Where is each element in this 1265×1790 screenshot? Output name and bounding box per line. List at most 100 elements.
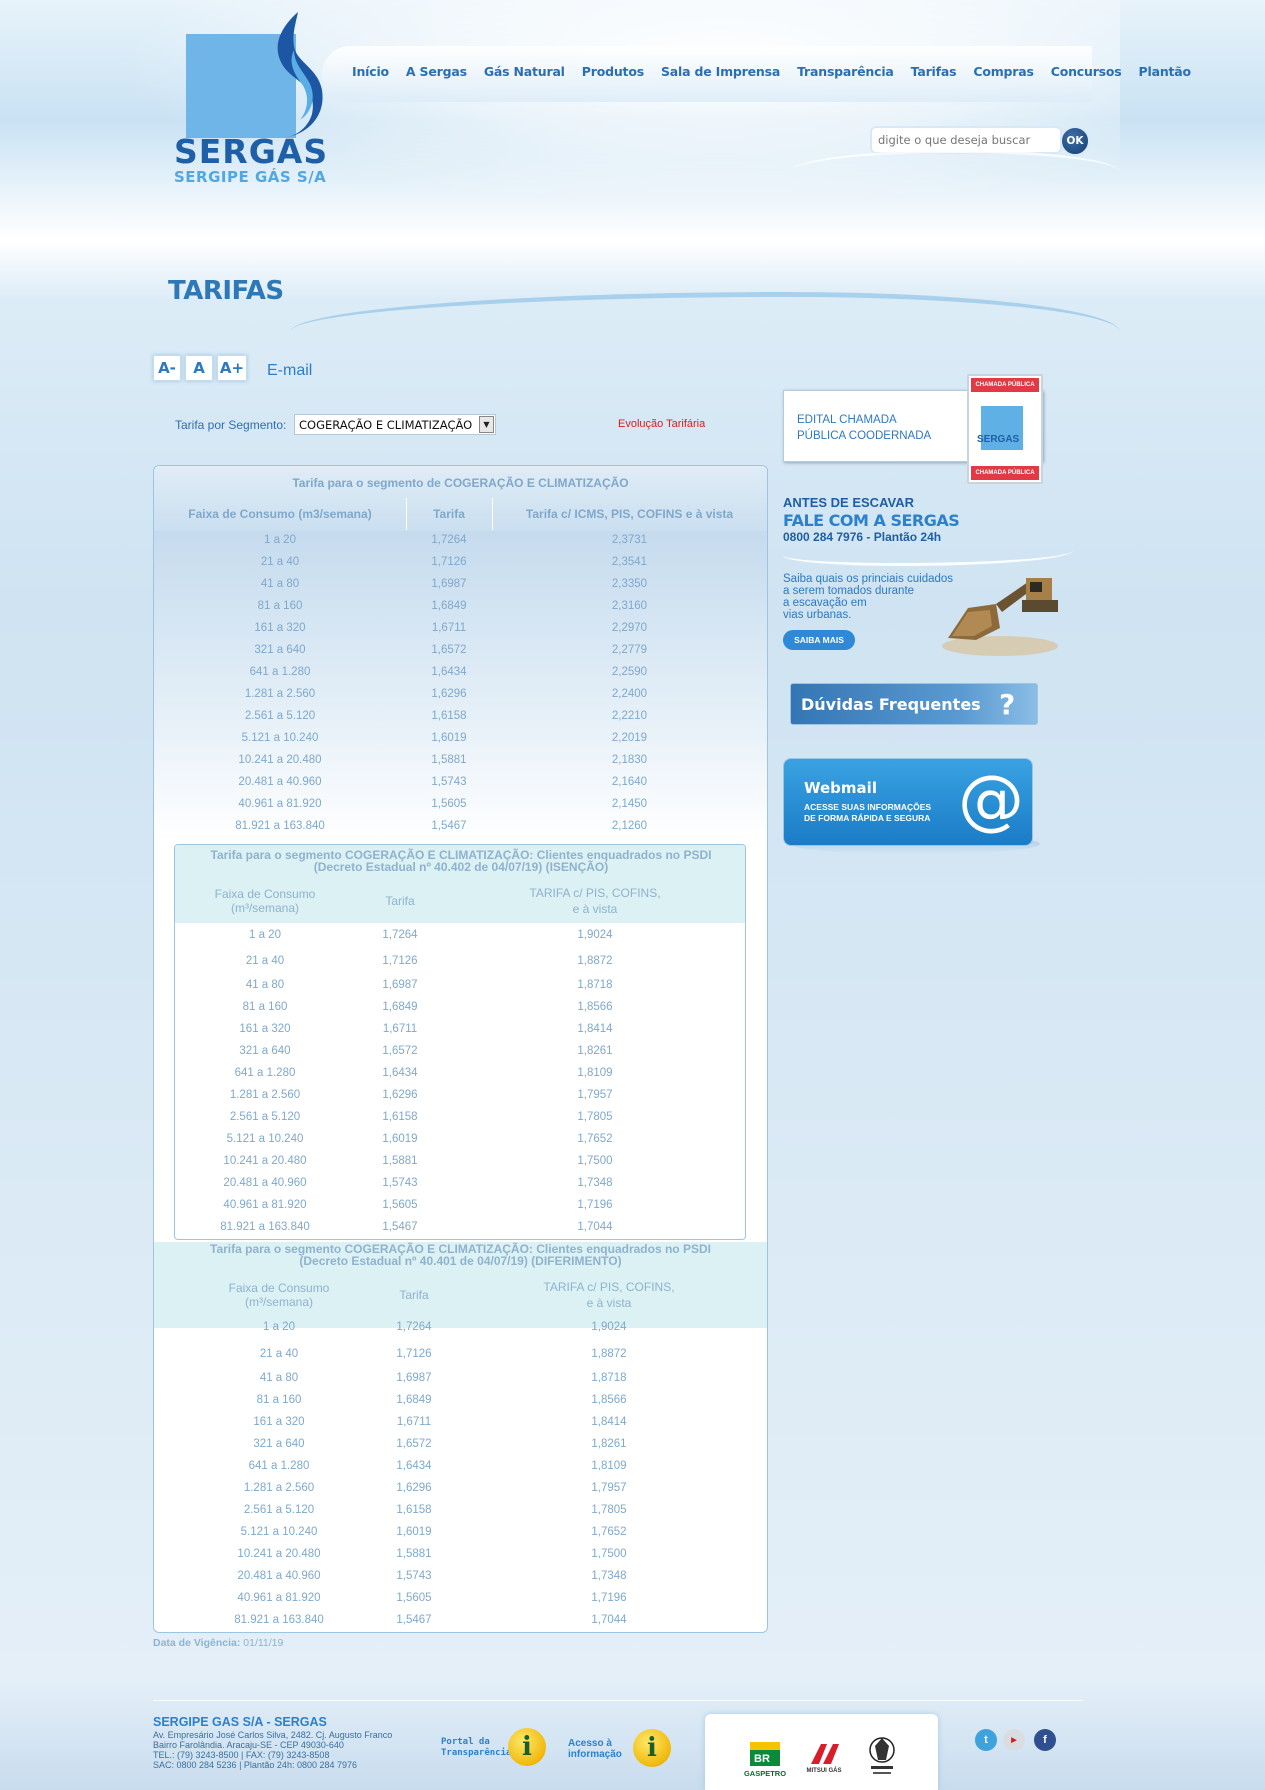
faixa-cell: 81 a 160 bbox=[257, 600, 303, 612]
col-faixa-line1: Faixa de Consumo bbox=[214, 887, 316, 901]
saiba-mais-button[interactable]: SAIBA MAIS bbox=[783, 630, 855, 650]
table-row: 40.961 a 81.920 1,5605 1,7196 bbox=[154, 1592, 767, 1612]
tarifa-cell: 1,6434 bbox=[382, 1067, 418, 1079]
tarifa-impostos-cell: 1,7196 bbox=[591, 1592, 627, 1604]
nav-item-inicio[interactable]: Início bbox=[352, 64, 389, 79]
tarifa-cell: 1,6296 bbox=[382, 1089, 418, 1101]
evolucao-tarifaria-link[interactable]: Evolução Tarifária bbox=[618, 418, 705, 430]
font-reset-button[interactable]: A bbox=[185, 355, 213, 381]
tarifa-cell: 1,5605 bbox=[382, 1199, 418, 1211]
table-row: 81 a 160 1,6849 1,8566 bbox=[154, 1394, 767, 1414]
faixa-cell: 81.921 a 163.840 bbox=[234, 1614, 324, 1626]
faixa-cell: 10.241 a 20.480 bbox=[238, 754, 322, 766]
tarifa-cell: 1,6849 bbox=[382, 1001, 418, 1013]
segment-select-value: COGERAÇÃO E CLIMATIZAÇÃO bbox=[299, 418, 473, 432]
vigencia-label: Data de Vigência: bbox=[153, 1637, 241, 1649]
chevron-down-icon[interactable]: ▼ bbox=[479, 416, 494, 433]
header-swoosh bbox=[790, 150, 1120, 194]
tarifa-cell: 1,5467 bbox=[431, 820, 467, 832]
faixa-cell: 21 a 40 bbox=[259, 1348, 299, 1360]
segment-select[interactable]: COGERAÇÃO E CLIMATIZAÇÃO ▼ bbox=[294, 414, 496, 435]
duvidas-frequentes-banner[interactable]: Dúvidas Frequentes ? bbox=[790, 683, 1038, 725]
email-link[interactable]: E-mail bbox=[267, 362, 312, 380]
portal-info-icon[interactable]: i bbox=[508, 1728, 546, 1766]
table-row: 21 a 40 1,7126 1,8872 bbox=[154, 1348, 767, 1368]
faixa-cell: 1 a 20 bbox=[249, 929, 281, 941]
faixa-cell: 5.121 a 10.240 bbox=[241, 732, 319, 744]
twitter-icon[interactable]: t bbox=[975, 1729, 997, 1751]
logo-subtitle: SERGIPE GÁS S/A bbox=[174, 168, 327, 186]
tarifa-impostos-cell: 2,1830 bbox=[611, 754, 648, 766]
nav-item-produtos[interactable]: Produtos bbox=[582, 64, 644, 79]
chamada-publica-card[interactable]: CHAMADA PÚBLICA SERGAS CHAMADA PÚBLICA bbox=[967, 374, 1043, 484]
edital-line1: EDITAL CHAMADA bbox=[797, 414, 897, 426]
table-row: 5.121 a 10.240 1,6019 1,7652 bbox=[175, 1133, 745, 1153]
tarifa-cell: 1,7264 bbox=[431, 534, 467, 546]
tarifa-cell: 1,6434 bbox=[431, 666, 467, 678]
svg-text:BR: BR bbox=[754, 1753, 770, 1765]
faixa-cell: 1 a 20 bbox=[263, 1321, 295, 1333]
webmail-banner[interactable]: Webmail ACESSE SUAS INFORMAÇÕES DE FORMA… bbox=[783, 758, 1033, 846]
faixa-cell: 10.241 a 20.480 bbox=[223, 1155, 307, 1167]
search-ok-button[interactable]: OK bbox=[1060, 126, 1090, 156]
acesso-info-icon[interactable]: i bbox=[633, 1729, 671, 1767]
table-row: 161 a 320 1,6711 1,8414 bbox=[154, 1416, 767, 1436]
portal-transparencia-link[interactable]: Portal da Transparência bbox=[441, 1737, 511, 1759]
tarifa-cell: 1,5881 bbox=[431, 754, 467, 766]
nav-item-transparencia[interactable]: Transparência bbox=[797, 64, 894, 79]
table-row: 5.121 a 10.240 1,6019 2,2019 bbox=[154, 732, 767, 752]
faixa-cell: 40.961 a 81.920 bbox=[238, 798, 322, 810]
table-row: 10.241 a 20.480 1,5881 1,7500 bbox=[175, 1155, 745, 1175]
table-row: 5.121 a 10.240 1,6019 1,7652 bbox=[154, 1526, 767, 1546]
tarifa-cell: 1,6434 bbox=[396, 1460, 432, 1472]
acesso-informacao-link[interactable]: Acesso à informação bbox=[568, 1738, 622, 1760]
mitsui-gas-label: MITSUI GÁS bbox=[806, 1768, 842, 1774]
tarifa-impostos-cell: 2,2210 bbox=[611, 710, 648, 722]
tarifa-impostos-cell: 1,8718 bbox=[591, 1372, 627, 1384]
facebook-icon[interactable]: f bbox=[1034, 1729, 1056, 1751]
page-title: TARIFAS bbox=[168, 276, 284, 306]
faixa-cell: 41 a 80 bbox=[259, 1372, 299, 1384]
nav-item-gas-natural[interactable]: Gás Natural bbox=[484, 64, 565, 79]
webmail-sub-line2: DE FORMA RÁPIDA E SEGURA bbox=[804, 813, 931, 823]
youtube-icon[interactable]: ▶ bbox=[1003, 1729, 1025, 1751]
acesso-line2: informação bbox=[568, 1749, 622, 1760]
table-row: 1.281 a 2.560 1,6296 1,7957 bbox=[175, 1089, 745, 1109]
col-tarifa-pis-line1: TARIFA c/ PIS, COFINS, bbox=[543, 1280, 675, 1294]
tarifa-impostos-cell: 1,7805 bbox=[577, 1111, 613, 1123]
faixa-cell: 321 a 640 bbox=[239, 1045, 291, 1057]
tarifa-cell: 1,5605 bbox=[431, 798, 467, 810]
nav-item-plantao[interactable]: Plantão bbox=[1139, 64, 1192, 79]
nav-item-a-sergas[interactable]: A Sergas bbox=[406, 64, 467, 79]
tarifa-cell: 1,5467 bbox=[396, 1614, 432, 1626]
tarifa-cell: 1,5881 bbox=[396, 1548, 432, 1560]
tarifa-impostos-cell: 1,8718 bbox=[577, 979, 613, 991]
tarifa-cell: 1,6019 bbox=[396, 1526, 432, 1538]
escavacao-line: vias urbanas. bbox=[783, 609, 852, 621]
webmail-sub-line1: ACESSE SUAS INFORMAÇÕES bbox=[804, 802, 932, 812]
tarifa-impostos-cell: 1,7044 bbox=[591, 1614, 627, 1626]
nav-item-tarifas[interactable]: Tarifas bbox=[911, 64, 957, 79]
font-increase-button[interactable]: A+ bbox=[217, 355, 247, 381]
tarifa-impostos-cell: 1,8872 bbox=[591, 1348, 627, 1360]
table-main-title: Tarifa para o segmento de COGERAÇÃO E CL… bbox=[292, 476, 629, 490]
tarifa-impostos-cell: 2,3731 bbox=[611, 534, 648, 546]
font-decrease-button[interactable]: A- bbox=[153, 355, 181, 381]
tarifa-cell: 1,6987 bbox=[382, 979, 418, 991]
faixa-cell: 321 a 640 bbox=[254, 644, 306, 656]
tarifa-impostos-cell: 1,8872 bbox=[577, 955, 613, 967]
nav-item-compras[interactable]: Compras bbox=[973, 64, 1034, 79]
faixa-cell: 81.921 a 163.840 bbox=[220, 1221, 310, 1233]
nav-item-concursos[interactable]: Concursos bbox=[1051, 64, 1122, 79]
sergas-logo[interactable]: SERGAS SERGIPE GÁS S/A bbox=[172, 10, 332, 190]
tarifa-cell: 1,7126 bbox=[431, 556, 467, 568]
sergipe-government-seal bbox=[869, 1737, 895, 1774]
tarifa-cell: 1,7264 bbox=[396, 1321, 432, 1333]
table-row: 81 a 160 1,6849 2,3160 bbox=[154, 600, 767, 620]
tarifa-impostos-cell: 1,8261 bbox=[591, 1438, 627, 1450]
faixa-cell: 41 a 80 bbox=[245, 979, 285, 991]
footer-address-line: Bairro Farolândia. Aracaju-SE - CEP 4903… bbox=[153, 1740, 344, 1750]
nav-item-sala-de-imprensa[interactable]: Sala de Imprensa bbox=[661, 64, 780, 79]
table-psdi-isencao-col-tarifa: Tarifa bbox=[385, 894, 415, 908]
tarifa-impostos-cell: 1,7044 bbox=[577, 1221, 613, 1233]
